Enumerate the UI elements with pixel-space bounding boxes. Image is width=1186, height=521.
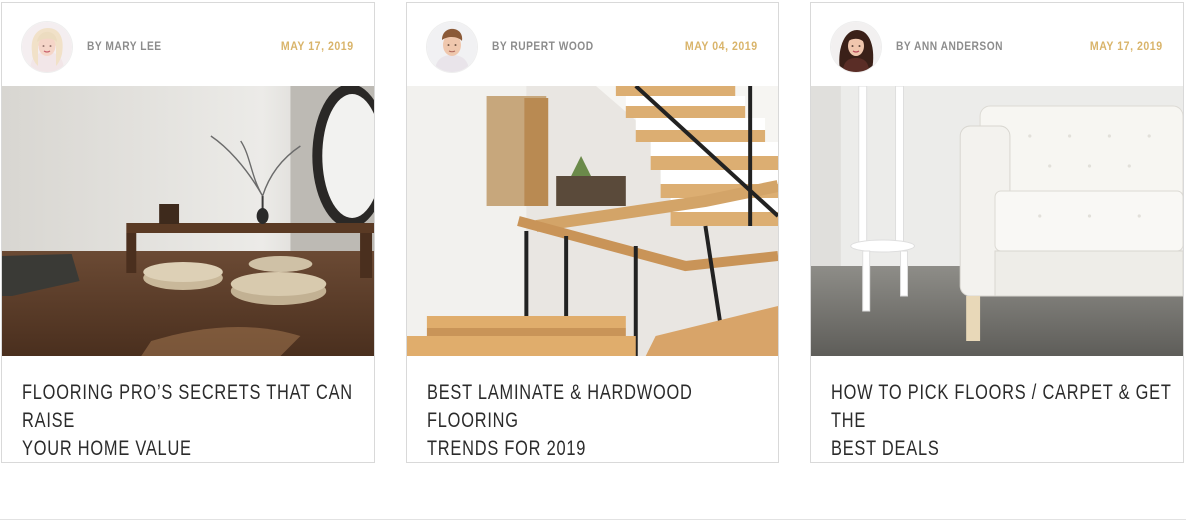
author-avatar[interactable]	[22, 22, 72, 72]
avatar-brunette-woman-icon	[831, 22, 881, 72]
blog-card[interactable]: BY ANN ANDERSON MAY 17, 2019 HOW TO PICK…	[810, 2, 1184, 463]
blog-card[interactable]: BY MARY LEE MAY 17, 2019 FLOORING PRO’S …	[1, 2, 375, 463]
post-image[interactable]	[811, 86, 1183, 356]
post-title-line: YOUR HOME VALUE	[22, 437, 192, 460]
post-author[interactable]: BY RUPERT WOOD	[492, 39, 594, 53]
post-date[interactable]: MAY 17, 2019	[1090, 39, 1163, 53]
post-title-line: FLOORING PRO’S SECRETS THAT CAN RAISE	[22, 381, 353, 432]
post-image[interactable]	[2, 86, 374, 356]
post-title-line: HOW TO PICK FLOORS / CARPET & GET THE	[831, 381, 1172, 432]
post-author[interactable]: BY ANN ANDERSON	[896, 39, 1003, 53]
blog-posts-section: BY MARY LEE MAY 17, 2019 FLOORING PRO’S …	[0, 0, 1186, 521]
card-header: BY RUPERT WOOD MAY 04, 2019	[407, 3, 778, 86]
post-title[interactable]: BEST LAMINATE & HARDWOOD FLOORING TRENDS…	[427, 379, 770, 462]
post-title[interactable]: FLOORING PRO’S SECRETS THAT CAN RAISE YO…	[22, 379, 365, 462]
card-header: BY MARY LEE MAY 17, 2019	[2, 3, 374, 86]
wooden-staircase-photo-icon	[407, 86, 778, 356]
author-avatar[interactable]	[427, 22, 477, 72]
post-date[interactable]: MAY 04, 2019	[685, 39, 758, 53]
avatar-blonde-woman-icon	[22, 22, 72, 72]
card-header: BY ANN ANDERSON MAY 17, 2019	[811, 3, 1183, 86]
post-author[interactable]: BY MARY LEE	[87, 39, 162, 53]
white-sofa-concrete-floor-photo-icon	[811, 86, 1183, 356]
post-image[interactable]	[407, 86, 778, 356]
post-title-line: TRENDS FOR 2019	[427, 437, 587, 460]
post-date[interactable]: MAY 17, 2019	[281, 39, 354, 53]
living-room-wood-floor-photo-icon	[2, 86, 374, 356]
section-divider	[0, 519, 1186, 520]
post-title-line: BEST LAMINATE & HARDWOOD FLOORING	[427, 381, 693, 432]
avatar-young-man-icon	[427, 22, 477, 72]
post-title[interactable]: HOW TO PICK FLOORS / CARPET & GET THE BE…	[831, 379, 1174, 462]
post-title-line: BEST DEALS	[831, 437, 940, 460]
blog-card[interactable]: BY RUPERT WOOD MAY 04, 2019 BEST LAMINAT…	[406, 2, 779, 463]
author-avatar[interactable]	[831, 22, 881, 72]
